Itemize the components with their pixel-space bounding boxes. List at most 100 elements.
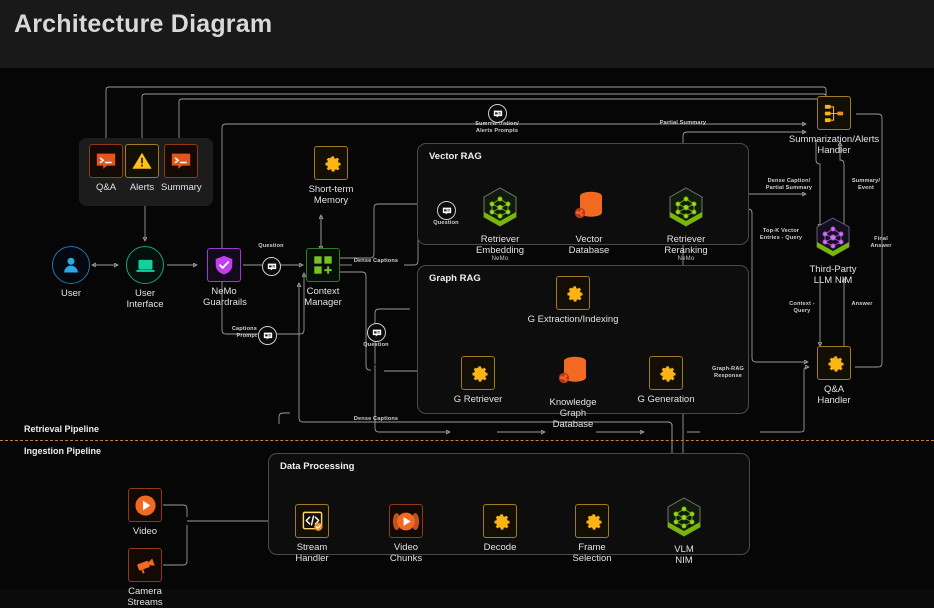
edge-label-dense-captions-mid: Dense Captions: [353, 258, 399, 264]
node-label-nemo-guardrails: NeMo Guardrails: [203, 286, 247, 308]
user-avatar-icon: [52, 246, 90, 284]
gear-icon: [649, 356, 683, 390]
node-label-vlm-nim: VLM NIM: [674, 544, 694, 566]
edge-label-answer: Answer: [851, 301, 873, 307]
terminal-icon: [89, 144, 123, 178]
group-label-vector-rag: Vector RAG: [429, 151, 482, 162]
node-alerts[interactable]: Alerts: [124, 144, 160, 193]
node-video[interactable]: Video: [126, 488, 164, 537]
video-chunks-icon: [389, 504, 423, 538]
edge-label-captions-prompt: Captions Prompt: [231, 326, 257, 339]
gear-icon: [483, 504, 517, 538]
code-check-icon: [295, 504, 329, 538]
nim-hexagon-icon: [480, 186, 520, 230]
node-summarization-alerts-handler[interactable]: Summarization/Alerts Handler: [760, 96, 908, 156]
node-qa-handler[interactable]: Q&A Handler: [808, 346, 860, 406]
node-label-vector-database: Vector Database: [568, 234, 610, 256]
edge-label-question-top: Question: [258, 243, 284, 249]
laptop-icon: [126, 246, 164, 284]
node-label-knowledge-graph-database: Knowledge Graph Database: [549, 397, 597, 430]
captions-prompt-badge: [258, 326, 277, 345]
database-icon: [553, 353, 593, 393]
play-button-icon: [128, 488, 162, 522]
question-badge-vector-rag: [437, 201, 456, 220]
edge-label-question-graph-rag: Question: [363, 342, 389, 348]
node-label-camera-streams: Camera Streams: [127, 586, 163, 608]
edge-label-dense-captions-bottom: Dense Captions: [353, 416, 399, 422]
gear-icon: [575, 504, 609, 538]
node-user-interface[interactable]: User Interface: [124, 246, 166, 310]
node-qa[interactable]: Q&A: [88, 144, 124, 193]
database-icon: [569, 186, 609, 230]
node-label-video: Video: [132, 526, 158, 537]
group-label-data-processing: Data Processing: [280, 461, 355, 472]
node-knowledge-graph-database[interactable]: Knowledge Graph Database: [537, 353, 609, 430]
node-short-term-memory[interactable]: Short-term Memory: [303, 146, 359, 206]
node-label-third-party-llm-nim: Third-Party LLM NIM: [809, 264, 857, 286]
question-badge-graph-rag: [367, 323, 386, 342]
node-user[interactable]: User: [50, 246, 92, 299]
nim-hexagon-icon: [813, 216, 853, 260]
edge-label-topk-vector-entries-query: Top-K Vector Entries - Query: [759, 228, 803, 241]
node-label-g-generation: G Generation: [637, 394, 695, 405]
node-label-frame-selection: Frame Selection: [572, 542, 612, 564]
gear-icon: [461, 356, 495, 390]
node-retriever-embedding[interactable]: Retriever Embedding NeMo: [470, 186, 530, 263]
node-label-qa-handler: Q&A Handler: [817, 384, 851, 406]
node-third-party-llm-nim[interactable]: Third-Party LLM NIM: [802, 216, 864, 286]
question-badge-top: [262, 257, 281, 276]
node-vlm-nim[interactable]: VLM NIM: [663, 496, 705, 566]
node-frame-selection[interactable]: Frame Selection: [570, 504, 614, 564]
node-label-user: User: [60, 288, 82, 299]
edge-label-final-answer: Final Answer: [870, 236, 892, 249]
node-label-user-interface: User Interface: [126, 288, 164, 310]
node-label-retriever-reranking: Retriever Reranking: [664, 234, 708, 256]
page-title: Architecture Diagram: [14, 10, 273, 38]
gear-icon: [556, 276, 590, 310]
node-sublabel-retriever-reranking: NeMo: [677, 256, 695, 262]
node-video-chunks[interactable]: Video Chunks: [386, 504, 426, 564]
edge-label-summarization-alerts-prompts: Summarization/ Alerts Prompts: [475, 121, 519, 134]
node-camera-streams[interactable]: Camera Streams: [121, 548, 169, 608]
gear-icon: [314, 146, 348, 180]
node-label-retriever-embedding: Retriever Embedding: [475, 234, 525, 256]
page-header: Architecture Diagram: [0, 0, 934, 68]
pipeline-divider: [0, 440, 934, 441]
warning-triangle-icon: [125, 144, 159, 178]
hierarchy-icon: [817, 96, 851, 130]
node-g-retriever[interactable]: G Retriever: [450, 356, 506, 405]
retrieval-pipeline-label: Retrieval Pipeline: [24, 424, 100, 434]
node-label-summarization-alerts-handler: Summarization/Alerts Handler: [788, 134, 880, 156]
node-g-generation[interactable]: G Generation: [637, 356, 695, 405]
node-decode[interactable]: Decode: [478, 504, 522, 553]
node-label-qa: Q&A: [95, 182, 117, 193]
node-label-decode: Decode: [483, 542, 517, 553]
node-retriever-reranking[interactable]: Retriever Reranking NeMo: [656, 186, 716, 263]
node-nemo-guardrails[interactable]: NeMo Guardrails: [203, 248, 247, 308]
edge-label-context-query: Context - Query: [789, 301, 815, 314]
gear-icon: [817, 346, 851, 380]
terminal-icon: [164, 144, 198, 178]
diagram-canvas: Vector RAG Graph RAG Data Processing Q&A: [0, 68, 934, 608]
camera-icon: [128, 548, 162, 582]
node-vector-database[interactable]: Vector Database: [563, 186, 615, 256]
node-label-video-chunks: Video Chunks: [389, 542, 423, 564]
node-summary[interactable]: Summary: [161, 144, 202, 193]
node-label-context-manager: Context Manager: [304, 286, 342, 308]
node-label-stream-handler: Stream Handler: [295, 542, 329, 564]
edge-label-partial-summary: Partial Summary: [659, 120, 707, 126]
node-label-g-retriever: G Retriever: [453, 394, 503, 405]
node-label-g-extraction-indexing: G Extraction/Indexing: [527, 314, 619, 325]
group-label-graph-rag: Graph RAG: [429, 273, 481, 284]
node-label-summary: Summary: [161, 182, 202, 193]
edge-label-graph-rag-response: Graph-RAG Response: [711, 366, 745, 379]
node-g-extraction-indexing[interactable]: G Extraction/Indexing: [518, 276, 628, 325]
edge-label-question-vector-rag: Question: [433, 220, 459, 226]
node-context-manager[interactable]: Context Manager: [303, 248, 343, 308]
node-label-alerts: Alerts: [129, 182, 155, 193]
node-stream-handler[interactable]: Stream Handler: [292, 504, 332, 564]
nim-hexagon-icon: [664, 496, 704, 540]
architecture-diagram-page: Architecture Diagram Vector RAG Graph RA…: [0, 0, 934, 608]
shield-check-icon: [207, 248, 241, 282]
edge-label-summary-event: Summary/ Event: [851, 178, 881, 191]
